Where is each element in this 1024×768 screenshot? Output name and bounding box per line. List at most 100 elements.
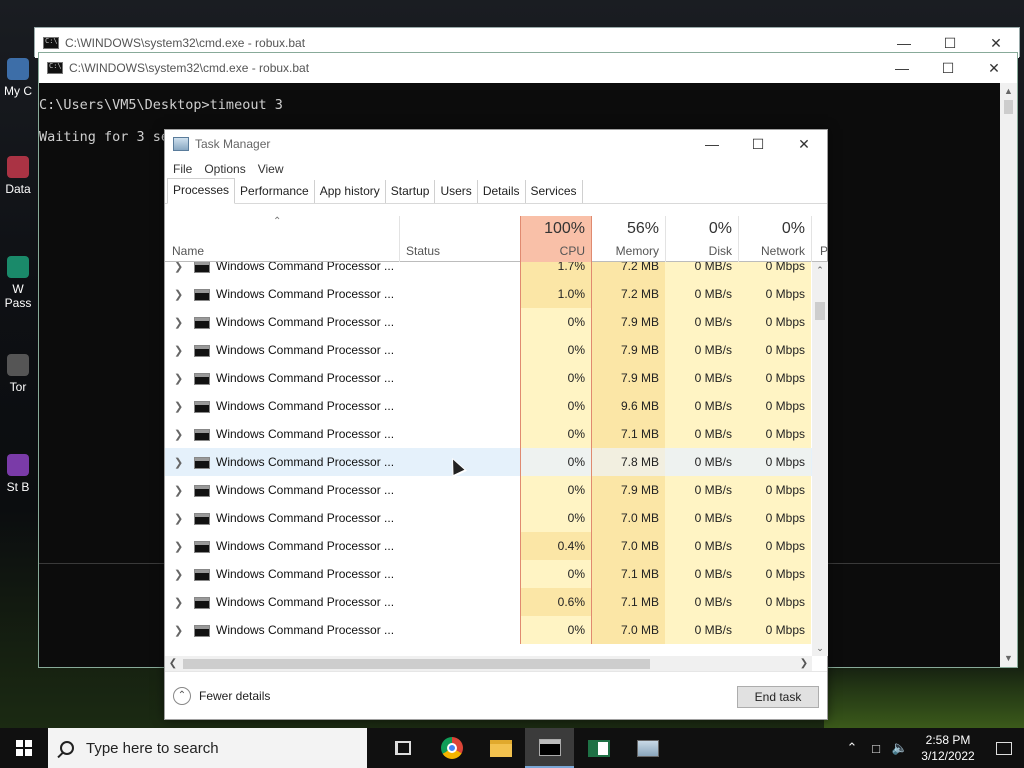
chevron-right-icon[interactable]: ❯: [174, 316, 183, 329]
table-row[interactable]: ❯ Windows Command Processor ... 0% 7.9 MB 0 …: [165, 336, 812, 364]
disk-value: 0 MB/s: [665, 262, 738, 280]
taskbar-spreadsheet[interactable]: [574, 728, 623, 768]
cpu-value: 0.4%: [520, 532, 592, 560]
table-row[interactable]: ❯ Windows Command Processor ... 0% 7.1 MB 0 …: [165, 560, 812, 588]
console-scrollbar[interactable]: ▲ ▼: [1000, 83, 1017, 667]
chevron-right-icon[interactable]: ❯: [174, 372, 183, 385]
column-header-memory[interactable]: 56% Memory: [592, 216, 665, 262]
chevron-right-icon[interactable]: ❯: [174, 262, 183, 273]
search-box[interactable]: Type here to search: [48, 728, 367, 768]
column-header-cpu[interactable]: 100% CPU: [520, 216, 592, 262]
process-name: Windows Command Processor ...: [216, 287, 395, 301]
close-button[interactable]: ✕: [781, 129, 827, 159]
desktop-icon-label: St B: [6, 480, 30, 494]
taskbar-chrome[interactable]: [427, 728, 476, 768]
table-row[interactable]: ❯ Windows Command Processor ... 0.6% 7.1 MB…: [165, 588, 812, 616]
table-row[interactable]: ❯ Windows Command Processor ... 1.7% 7.2 MB…: [165, 262, 812, 280]
tab-app-history[interactable]: App history: [315, 180, 386, 203]
desktop-icon[interactable]: My C: [0, 58, 36, 98]
taskbar-file-explorer[interactable]: [476, 728, 525, 768]
fewer-details-button[interactable]: ⌃ Fewer details: [173, 687, 270, 705]
table-row[interactable]: ❯ Windows Command Processor ... 0% 7.9 MB 0 …: [165, 476, 812, 504]
table-row[interactable]: ❯ Windows Command Processor ... 0.4% 7.0 MB…: [165, 532, 812, 560]
vertical-scrollbar[interactable]: ⌃ ⌄: [812, 262, 828, 656]
table-row[interactable]: ❯ Windows Command Processor ... 1.0% 7.2 MB…: [165, 280, 812, 308]
task-manager-window[interactable]: Task Manager — ☐ ✕ File Options View Pro…: [164, 129, 828, 720]
chevron-right-icon[interactable]: ❯: [174, 456, 183, 469]
tab-performance[interactable]: Performance: [235, 180, 315, 203]
cpu-value: 0%: [520, 364, 592, 392]
tab-users[interactable]: Users: [435, 180, 478, 203]
table-row[interactable]: ❯ Windows Command Processor ... 0% 9.6 MB 0 …: [165, 392, 812, 420]
end-task-button[interactable]: End task: [737, 686, 819, 708]
column-header-name[interactable]: ⌃ Name: [165, 216, 399, 262]
scroll-right-arrow-icon[interactable]: ❯: [796, 656, 812, 672]
menu-options[interactable]: Options: [202, 162, 253, 176]
chevron-right-icon[interactable]: ❯: [174, 568, 183, 581]
desktop-icon[interactable]: Data: [0, 156, 36, 196]
minimize-button[interactable]: —: [879, 53, 925, 83]
table-row[interactable]: ❯ Windows Command Processor ... 0% 7.0 MB 0 …: [165, 616, 812, 644]
column-header-disk[interactable]: 0% Disk: [665, 216, 738, 262]
column-header-network[interactable]: 0% Network: [738, 216, 811, 262]
notification-button[interactable]: [984, 728, 1024, 768]
table-row[interactable]: ❯ Windows Command Processor ... 0% 7.9 MB 0 …: [165, 308, 812, 336]
scroll-thumb[interactable]: [815, 302, 825, 320]
tab-details[interactable]: Details: [478, 180, 526, 203]
chevron-right-icon[interactable]: ❯: [174, 540, 183, 553]
command-prompt-icon: [194, 262, 210, 273]
table-row[interactable]: ❯ Windows Command Processor ... 0% 7.1 MB 0 …: [165, 420, 812, 448]
cpu-value: 0.6%: [520, 588, 592, 616]
minimize-button[interactable]: —: [689, 129, 735, 159]
tab-services[interactable]: Services: [526, 180, 583, 203]
close-button[interactable]: ✕: [971, 53, 1017, 83]
clock[interactable]: 2:58 PM 3/12/2022: [912, 732, 984, 764]
chevron-right-icon[interactable]: ❯: [174, 400, 183, 413]
desktop-icon[interactable]: W Pass: [0, 256, 36, 310]
chevron-right-icon[interactable]: ❯: [174, 484, 183, 497]
taskbar-task-manager[interactable]: [623, 728, 672, 768]
horizontal-scrollbar[interactable]: ❮ ❯: [165, 656, 812, 672]
maximize-button[interactable]: ☐: [925, 53, 971, 83]
network-icon[interactable]: □: [864, 741, 888, 756]
network-value: 0 Mbps: [738, 308, 811, 336]
window-title: Task Manager: [195, 137, 271, 151]
chevron-up-icon[interactable]: ⌃: [840, 740, 864, 756]
scroll-down-arrow-icon[interactable]: ▼: [1000, 650, 1017, 667]
chevron-right-icon[interactable]: ❯: [174, 512, 183, 525]
chevron-right-icon[interactable]: ❯: [174, 344, 183, 357]
maximize-button[interactable]: ☐: [735, 129, 781, 159]
scroll-left-arrow-icon[interactable]: ❮: [165, 656, 181, 672]
disk-value: 0 MB/s: [665, 588, 738, 616]
scroll-down-arrow-icon[interactable]: ⌄: [812, 640, 828, 656]
column-header-power[interactable]: P: [811, 216, 828, 262]
process-table: ⌃ Name Status 100% CPU 56% Memory 0% Dis…: [165, 216, 828, 656]
chevron-right-icon[interactable]: ❯: [174, 288, 183, 301]
scroll-thumb[interactable]: [1004, 100, 1013, 114]
menu-file[interactable]: File: [171, 162, 200, 176]
chevron-right-icon[interactable]: ❯: [174, 428, 183, 441]
column-header-status[interactable]: Status: [399, 216, 520, 262]
cpu-value: 0%: [520, 392, 592, 420]
disk-value: 0 MB/s: [665, 336, 738, 364]
command-prompt-icon: [194, 597, 210, 609]
command-prompt-icon: [194, 317, 210, 329]
table-row[interactable]: ❯ Windows Command Processor ... 0% 7.9 MB 0 …: [165, 364, 812, 392]
menu-view[interactable]: View: [256, 162, 292, 176]
tab-startup[interactable]: Startup: [386, 180, 436, 203]
table-row[interactable]: ❯ Windows Command Processor ... 0% 7.0 MB 0 …: [165, 504, 812, 532]
chevron-right-icon[interactable]: ❯: [174, 596, 183, 609]
desktop-icon[interactable]: St B: [0, 454, 36, 494]
scroll-thumb[interactable]: [183, 659, 650, 669]
scroll-up-arrow-icon[interactable]: ⌃: [812, 262, 828, 278]
start-button[interactable]: [0, 728, 48, 768]
scroll-up-arrow-icon[interactable]: ▲: [1000, 83, 1017, 100]
task-view-button[interactable]: [378, 728, 427, 768]
table-row[interactable]: ❯ Windows Command Processor ... 0% 7.8 MB 0 …: [165, 448, 812, 476]
desktop-icon[interactable]: Tor: [0, 354, 36, 394]
volume-icon[interactable]: 🔈: [888, 740, 912, 756]
tab-processes[interactable]: Processes: [167, 178, 236, 204]
search-placeholder: Type here to search: [86, 739, 219, 757]
chevron-right-icon[interactable]: ❯: [174, 624, 183, 637]
taskbar-command-prompt[interactable]: [525, 728, 574, 768]
